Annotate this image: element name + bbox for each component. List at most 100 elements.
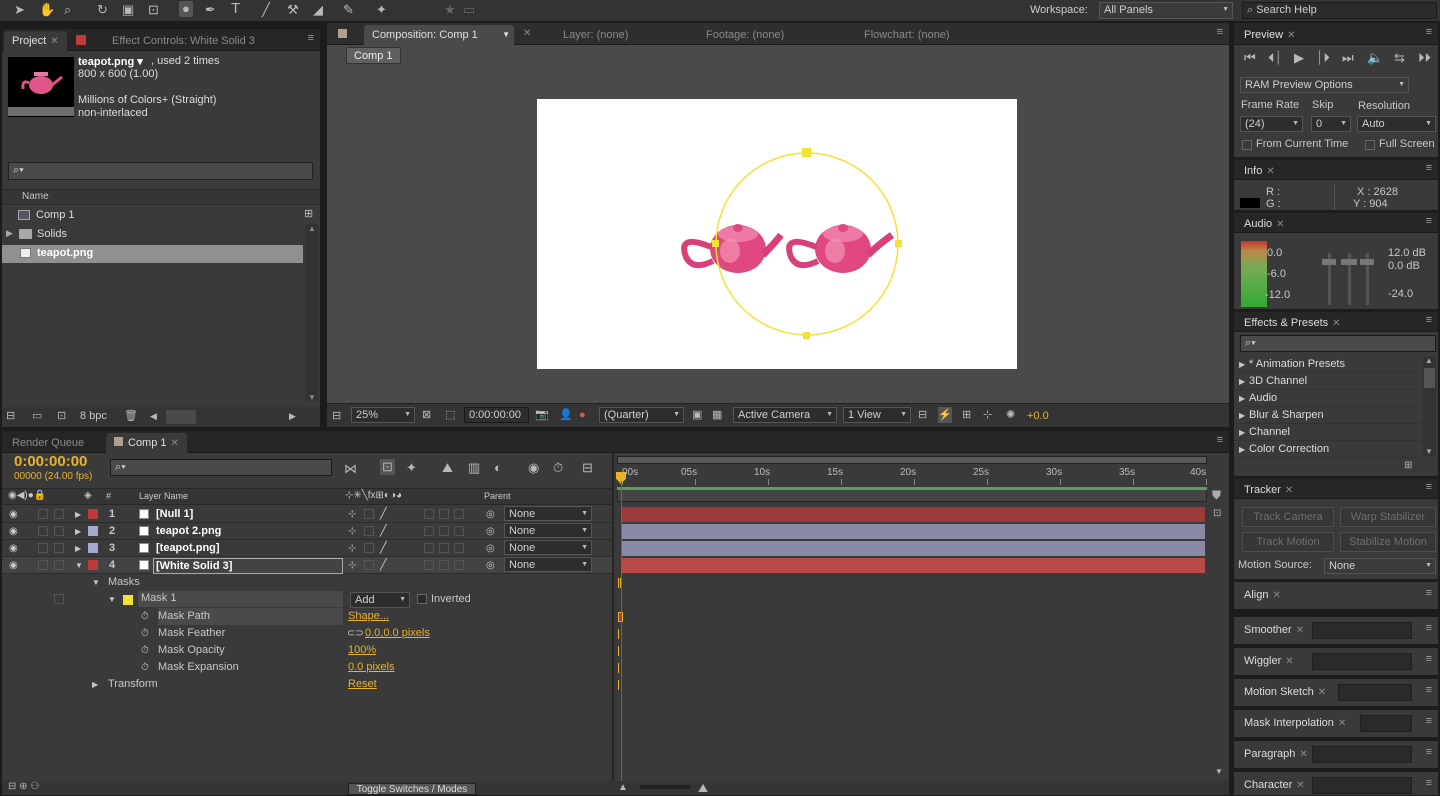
- effects-category-item[interactable]: ▶ Color Correction: [1234, 441, 1422, 458]
- trash-icon[interactable]: 🗑: [124, 408, 138, 424]
- lock-switch[interactable]: [54, 526, 64, 536]
- scroll-down-icon[interactable]: ▼: [308, 393, 316, 402]
- effects-category-item[interactable]: ▶ * Animation Presets: [1234, 356, 1422, 373]
- panel-menu-icon[interactable]: ≡: [1426, 26, 1432, 38]
- close-icon[interactable]: ✕: [1266, 166, 1274, 177]
- tab-render-queue[interactable]: Render Queue: [4, 433, 92, 453]
- current-time-field[interactable]: 0:00:00:00: [464, 407, 529, 423]
- close-icon[interactable]: ✕: [1299, 749, 1307, 760]
- layer-label-color[interactable]: [88, 560, 98, 570]
- new-folder-icon[interactable]: ⊞: [1404, 458, 1412, 474]
- layer-name[interactable]: [Null 1]: [156, 506, 193, 523]
- zoom-in-icon[interactable]: ⛰: [698, 780, 708, 795]
- mask-color-swatch[interactable]: [123, 595, 133, 605]
- project-search-input[interactable]: ⌕▾: [8, 162, 313, 180]
- project-scrollbar[interactable]: ▲ ▼: [306, 224, 318, 402]
- pick-whip-icon[interactable]: ◎: [486, 523, 495, 540]
- expand-arrow-icon[interactable]: ▼: [75, 557, 83, 574]
- horizontal-scrollbar[interactable]: [166, 410, 196, 424]
- brainstorm-icon[interactable]: ◉: [528, 460, 539, 476]
- layer-label-color[interactable]: [88, 526, 98, 536]
- panel-menu-icon[interactable]: ≡: [1426, 162, 1432, 174]
- transform-row[interactable]: ▶ Transform Reset: [2, 676, 612, 693]
- shy-switch-icon[interactable]: ⊹: [348, 557, 356, 574]
- eye-icon[interactable]: ◉: [9, 523, 18, 540]
- layer-duration-bar[interactable]: [621, 507, 1205, 522]
- tab-preview[interactable]: Preview ✕: [1236, 25, 1304, 45]
- scroll-up-icon[interactable]: ▲: [1425, 356, 1433, 365]
- tab-effect-controls[interactable]: Effect Controls: White Solid 3: [104, 31, 263, 51]
- pixel-aspect-icon[interactable]: ⊟: [918, 407, 927, 423]
- audio-slider-knob[interactable]: [1360, 259, 1374, 265]
- exposure-value[interactable]: +0.0: [1027, 410, 1049, 422]
- mask1-name-field[interactable]: Mask 1: [138, 591, 343, 607]
- show-snapshot-icon[interactable]: 👤: [559, 407, 573, 423]
- composition-dropdown-icon[interactable]: ▼: [502, 25, 510, 45]
- solo-switch[interactable]: [38, 543, 48, 553]
- tab-info[interactable]: Info ✕: [1236, 161, 1283, 181]
- expand-arrow-icon[interactable]: ▼: [92, 574, 100, 591]
- close-icon[interactable]: ✕: [1285, 485, 1293, 496]
- layer-name[interactable]: [White Solid 3]: [153, 558, 343, 574]
- panel-menu-icon[interactable]: ≡: [1426, 746, 1432, 758]
- scroll-left-icon[interactable]: ◀: [150, 408, 157, 424]
- scroll-down-icon[interactable]: ▼: [1215, 764, 1223, 780]
- next-frame-icon[interactable]: ⏐⏵: [1316, 50, 1330, 66]
- last-frame-icon[interactable]: ⏭: [1342, 50, 1354, 66]
- layer-row[interactable]: ◉ ▶ 2 teapot 2.png ⊹ ╱ ◎ None: [2, 523, 612, 540]
- always-preview-icon[interactable]: ⊟: [332, 408, 341, 424]
- panel-menu-icon[interactable]: ≡: [1217, 434, 1223, 446]
- shy-switch-icon[interactable]: ⊹: [348, 523, 356, 540]
- fx-switch[interactable]: [424, 560, 434, 570]
- pan-behind-tool-icon[interactable]: ⊡: [148, 2, 159, 18]
- 3d-switch[interactable]: [454, 526, 464, 536]
- motion-blur-switch[interactable]: [439, 560, 449, 570]
- lock-switch[interactable]: [54, 594, 64, 604]
- brush-tool-icon[interactable]: ╱: [262, 2, 270, 18]
- mask-property-row[interactable]: ⏱ Mask Path Shape...: [2, 608, 612, 625]
- footer-icons[interactable]: ⊟ ⊕ ⚇: [8, 779, 39, 795]
- mask-vertex-left[interactable]: [712, 240, 719, 247]
- expand-arrow-icon[interactable]: ▶: [1239, 407, 1245, 424]
- stopwatch-icon[interactable]: ⏱: [141, 625, 149, 642]
- zoom-slider[interactable]: [640, 785, 690, 789]
- collapse-switch[interactable]: [364, 560, 374, 570]
- ram-preview-options-dropdown[interactable]: RAM Preview Options: [1240, 77, 1409, 93]
- checkerboard-icon[interactable]: ▦: [712, 407, 722, 423]
- expand-arrow-icon[interactable]: ▶: [1239, 441, 1245, 458]
- exposure-icon[interactable]: ✺: [1006, 407, 1015, 423]
- scroll-right-icon[interactable]: ▶: [289, 408, 296, 424]
- loop-icon[interactable]: ⇆: [1394, 50, 1405, 66]
- parent-dropdown[interactable]: None: [504, 557, 592, 572]
- previous-frame-icon[interactable]: ⏴⏐: [1268, 50, 1282, 66]
- teapot-left[interactable]: [681, 224, 784, 273]
- rotate-tool-icon[interactable]: ↻: [97, 2, 108, 18]
- panel-tab[interactable]: Paragraph ✕: [1236, 744, 1316, 764]
- work-area-bar[interactable]: [617, 456, 1207, 464]
- mask-mode-dropdown[interactable]: Add: [350, 592, 410, 608]
- close-icon[interactable]: ✕: [1318, 687, 1326, 698]
- stopwatch-icon[interactable]: ⏱: [141, 608, 149, 625]
- audio-slider-knob[interactable]: [1341, 259, 1357, 265]
- effects-search-input[interactable]: ⌕▾: [1240, 335, 1436, 352]
- full-screen-checkbox[interactable]: [1365, 140, 1375, 150]
- comp-nav-icon[interactable]: ⊡: [1213, 506, 1221, 522]
- scroll-thumb[interactable]: [1424, 368, 1435, 388]
- expand-arrow-icon[interactable]: ▶: [75, 523, 81, 540]
- toggle-switches-modes-button[interactable]: Toggle Switches / Modes: [348, 783, 476, 795]
- interpret-footage-icon[interactable]: ⊟: [6, 408, 15, 424]
- project-item-folder[interactable]: ▶ Solids: [2, 226, 306, 244]
- hand-tool-icon[interactable]: ✋: [39, 2, 55, 18]
- auto-keyframe-icon[interactable]: ⏱: [553, 460, 563, 476]
- pick-whip-icon[interactable]: ◎: [486, 540, 495, 557]
- timeline-icon[interactable]: ⊞: [962, 407, 971, 423]
- column-layer-name[interactable]: Layer Name: [139, 491, 188, 501]
- close-icon[interactable]: ✕: [50, 36, 58, 47]
- mask-vertex-right[interactable]: [895, 240, 902, 247]
- tab-composition[interactable]: Composition: Comp 1 ▼: [364, 25, 514, 45]
- panel-tab[interactable]: Motion Sketch ✕: [1236, 682, 1334, 702]
- text-tool-icon[interactable]: T: [231, 1, 240, 17]
- fx-switch[interactable]: [424, 509, 434, 519]
- camera-dropdown[interactable]: Active Camera: [733, 407, 837, 423]
- expand-arrow-icon[interactable]: ▶: [1239, 373, 1245, 390]
